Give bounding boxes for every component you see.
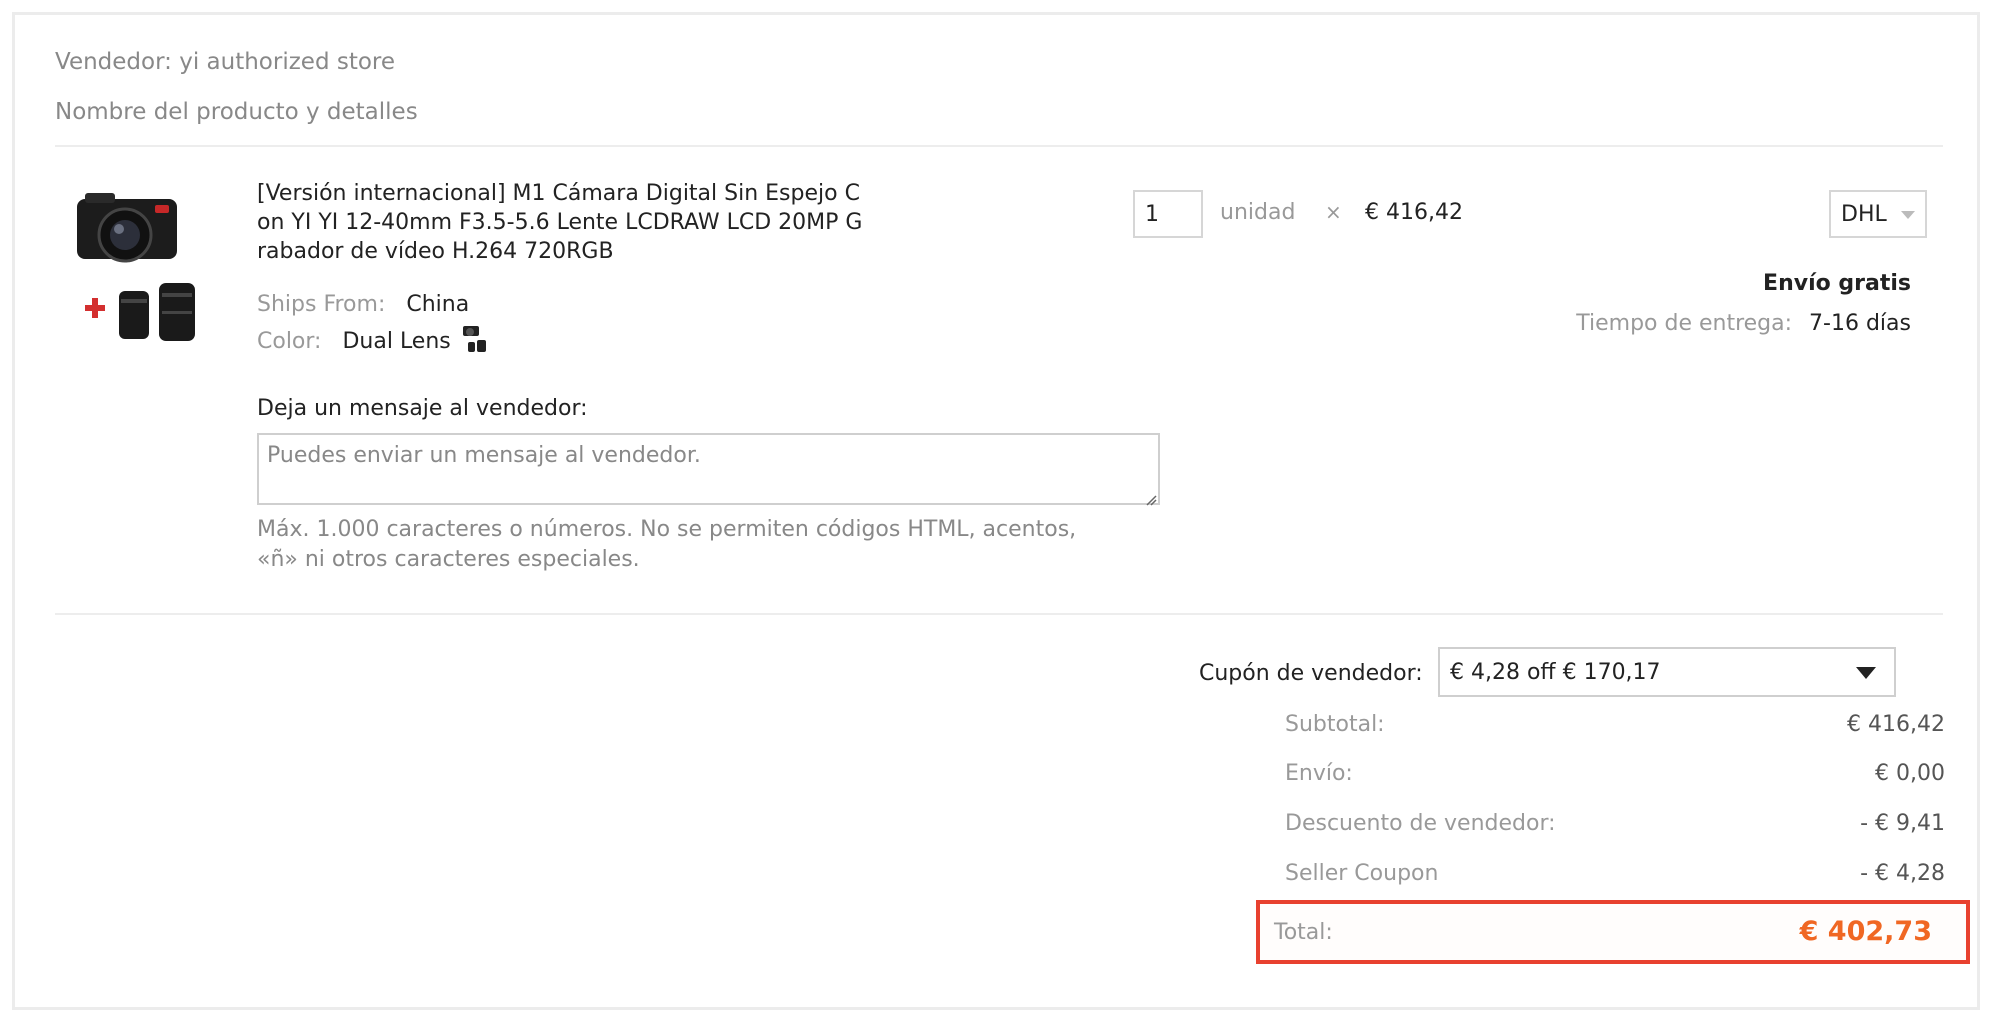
color-swatch-icon [462,324,488,360]
shipping-method-select[interactable]: DHL [1829,190,1927,238]
color-value: Dual Lens [342,329,451,354]
seller-coupon-select[interactable]: € 4,28 off € 170,17 [1438,647,1896,697]
free-shipping-label: Envío gratis [1763,271,1911,296]
seller-label: Vendedor: [55,49,172,75]
shipping-method-value: DHL [1841,201,1887,227]
resize-grip-icon[interactable] [1145,491,1157,506]
product-column-header: Nombre del producto y detalles [55,99,418,125]
times-sign: × [1325,200,1342,224]
color-attr: Color: Dual Lens [257,324,488,360]
unit-price: € 416,42 [1365,200,1463,225]
total-label: Total: [1274,920,1333,945]
delivery-value: 7-16 días [1809,311,1911,336]
product-title-line: [Versión internacional] M1 Cámara Digita… [257,181,860,206]
chevron-down-icon [1901,211,1915,219]
seller-name[interactable]: yi authorized store [179,49,395,75]
divider [55,613,1943,615]
ships-from: Ships From: China [257,292,469,317]
seller-coupon-label: Seller Coupon [1285,861,1439,886]
color-label: Color: [257,329,322,354]
product-title-line: on YI YI 12-40mm F3.5-5.6 Lente LCDRAW L… [257,210,863,235]
message-hint-line: Máx. 1.000 caracteres o números. No se p… [257,517,1077,542]
message-hint-line: «ñ» ni otros caracteres especiales. [257,547,640,572]
delivery-time: Tiempo de entrega: 7-16 días [1576,311,1911,336]
delivery-label: Tiempo de entrega: [1576,311,1793,336]
total-row: Total: € 402,73 [1256,900,1970,964]
order-panel: Vendedor: yi authorized store Nombre del… [12,12,1980,1010]
product-image[interactable] [67,187,227,367]
message-hint: Máx. 1.000 caracteres o números. No se p… [257,515,1117,575]
discount-value: - € 9,41 [1860,811,1945,836]
message-label: Deja un mensaje al vendedor: [257,396,588,421]
total-value: € 402,73 [1799,916,1932,947]
subtotal-label: Subtotal: [1285,712,1385,737]
ships-from-label: Ships From: [257,292,386,317]
coupon-selected-value: € 4,28 off € 170,17 [1450,659,1661,685]
shipping-value: € 0,00 [1875,761,1945,786]
chevron-down-icon [1856,667,1876,679]
seller-line: Vendedor: yi authorized store [55,49,395,75]
seller-coupon-value: - € 4,28 [1860,861,1945,886]
divider [55,145,1943,147]
product-title[interactable]: [Versión internacional] M1 Cámara Digita… [257,179,897,266]
product-title-line: rabador de vídeo H.264 720RGB [257,239,614,264]
discount-label: Descuento de vendedor: [1285,811,1556,836]
message-textarea[interactable] [257,433,1160,505]
subtotal-value: € 416,42 [1847,712,1945,737]
ships-from-value: China [406,292,470,317]
shipping-label: Envío: [1285,761,1353,786]
quantity-input[interactable] [1133,190,1203,238]
coupon-label: Cupón de vendedor: [1199,661,1423,686]
unit-label: unidad [1220,200,1296,225]
